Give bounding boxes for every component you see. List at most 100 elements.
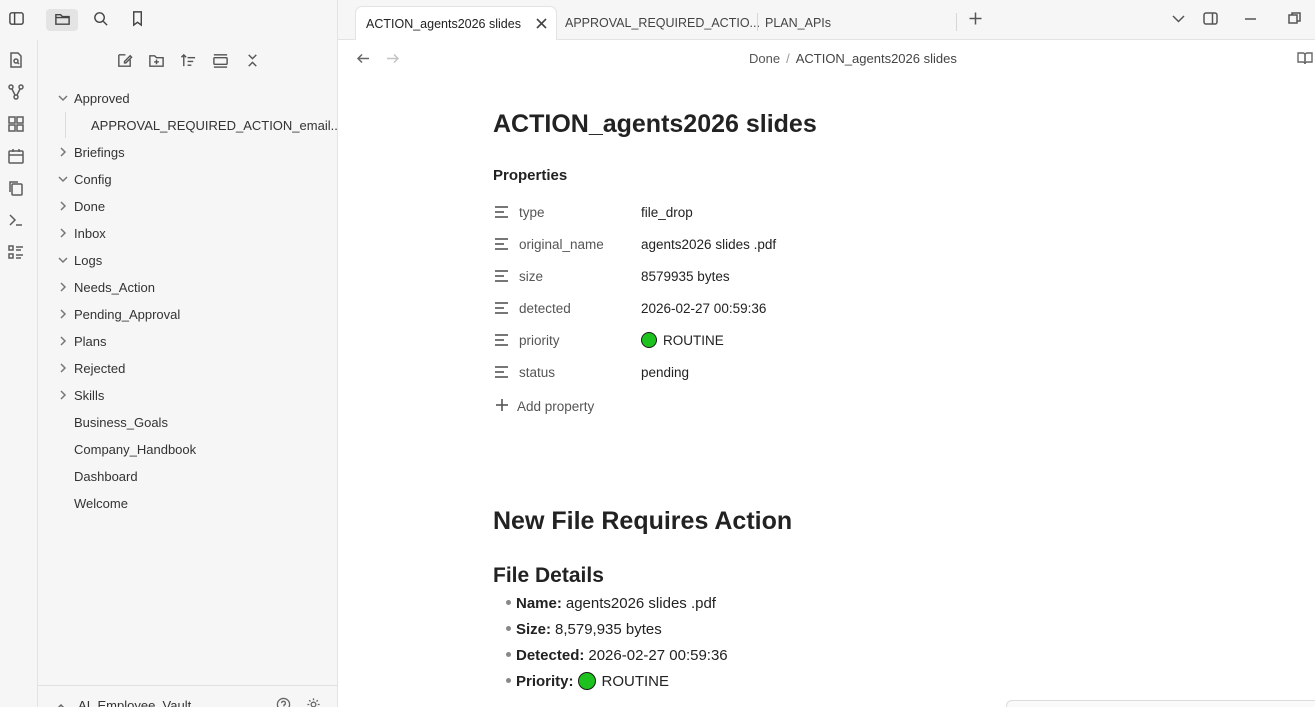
chevron-right-icon[interactable] (57, 227, 69, 239)
quick-switcher-button[interactable] (7, 51, 25, 70)
chevron-right-icon[interactable] (57, 389, 69, 401)
text-property-icon[interactable] (494, 205, 509, 219)
property-value[interactable]: 2026-02-27 00:59:36 (641, 301, 766, 316)
tree-item-folder[interactable]: Inbox (38, 220, 338, 246)
graph-view-button[interactable] (7, 83, 25, 102)
vault-switcher[interactable]: AI_Employee_Vault (38, 685, 338, 707)
add-property-button[interactable]: Add property (495, 398, 594, 414)
detail-text: Priority: ROUTINE (516, 672, 669, 690)
add-property-label: Add property (517, 398, 595, 414)
sort-button[interactable] (176, 50, 200, 74)
tree-item-folder[interactable]: Approved (38, 85, 338, 111)
property-row[interactable]: priority ROUTINE (493, 324, 1093, 356)
text-property-icon[interactable] (494, 237, 509, 251)
tree-item-folder[interactable]: Logs (38, 247, 338, 273)
property-row[interactable]: original_name agents2026 slides .pdf (493, 228, 1093, 260)
bases-button[interactable] (7, 244, 25, 262)
tree-item-folder[interactable]: Config (38, 166, 338, 192)
properties-heading[interactable]: Properties (493, 167, 567, 184)
chevron-right-icon[interactable] (57, 281, 69, 293)
daily-note-button[interactable] (7, 148, 25, 166)
property-value[interactable]: ROUTINE (641, 332, 724, 348)
restore-button[interactable] (1285, 11, 1303, 29)
collapse-all-button[interactable] (240, 50, 264, 74)
text-property-icon[interactable] (494, 365, 509, 379)
tab-action-agents2026-slides[interactable]: ACTION_agents2026 slides (355, 6, 557, 40)
chevron-down-icon[interactable] (57, 173, 69, 185)
breadcrumb-current[interactable]: ACTION_agents2026 slides (796, 51, 957, 66)
chevron-down-icon[interactable] (57, 254, 69, 266)
tab-label: PLAN_APIs (765, 16, 832, 30)
note-title[interactable]: ACTION_agents2026 slides (493, 110, 817, 139)
text-property-icon[interactable] (494, 333, 509, 347)
property-value[interactable]: pending (641, 365, 689, 380)
property-value[interactable]: file_drop (641, 205, 693, 220)
bookmarks-button[interactable] (121, 9, 153, 31)
property-key[interactable]: priority (519, 333, 560, 348)
forward-arrow-icon[interactable] (385, 51, 401, 67)
tree-item-folder[interactable]: Skills (38, 382, 338, 408)
files-view-button[interactable] (46, 9, 78, 31)
property-value[interactable]: 8579935 bytes (641, 269, 730, 284)
toggle-sidebar-button[interactable] (0, 9, 32, 31)
heading-new-file: New File Requires Action (493, 507, 793, 535)
tab-list-button[interactable] (1169, 11, 1187, 29)
search-icon (92, 10, 109, 30)
tree-item-file[interactable]: Company_Handbook (38, 436, 338, 462)
tab-approval-required-action[interactable]: APPROVAL_REQUIRED_ACTIO... (555, 6, 760, 40)
sort-icon (180, 52, 197, 72)
breadcrumb-folder[interactable]: Done (749, 51, 780, 66)
property-row[interactable]: detected 2026-02-27 00:59:36 (493, 292, 1093, 324)
text-property-icon[interactable] (494, 301, 509, 315)
tree-item-folder[interactable]: Pending_Approval (38, 301, 338, 327)
breadcrumb: Done / ACTION_agents2026 slides (749, 51, 957, 66)
property-key[interactable]: type (519, 205, 545, 220)
search-button[interactable] (84, 9, 116, 31)
breadcrumb-separator: / (786, 51, 790, 66)
help-icon[interactable] (276, 697, 292, 707)
property-value-text: pending (641, 364, 690, 380)
back-arrow-icon[interactable] (356, 51, 372, 67)
command-palette-button[interactable] (7, 212, 25, 230)
reading-view-icon[interactable] (1297, 50, 1313, 66)
new-folder-button[interactable] (144, 50, 168, 74)
property-key[interactable]: original_name (519, 237, 604, 252)
plus-icon (968, 11, 983, 29)
property-row[interactable]: size 8579935 bytes (493, 260, 1093, 292)
chevron-right-icon[interactable] (57, 146, 69, 158)
tree-item-folder[interactable]: Plans (38, 328, 338, 354)
chevron-down-icon[interactable] (57, 92, 69, 104)
new-tab-button[interactable] (966, 11, 984, 29)
property-row[interactable]: status pending (493, 356, 1093, 388)
templates-button[interactable] (7, 180, 25, 198)
property-key[interactable]: detected (519, 301, 571, 316)
bullet-icon (506, 600, 511, 605)
property-value[interactable]: agents2026 slides .pdf (641, 237, 776, 252)
new-note-button[interactable] (112, 50, 136, 74)
tree-item-folder[interactable]: Needs_Action (38, 274, 338, 300)
chevron-right-icon[interactable] (57, 200, 69, 212)
tree-item-label: Config (74, 171, 112, 187)
tree-item-file[interactable]: Business_Goals (38, 409, 338, 435)
close-icon[interactable] (535, 17, 548, 30)
tab-plan-apis[interactable]: PLAN_APIs (755, 6, 875, 40)
tree-item-file[interactable]: Dashboard (38, 463, 338, 489)
property-key[interactable]: size (519, 269, 543, 284)
tree-item-folder[interactable]: Done (38, 193, 338, 219)
list-icon (8, 244, 24, 263)
canvas-button[interactable] (7, 115, 25, 134)
property-row[interactable]: type file_drop (493, 196, 1093, 228)
tree-item-nested[interactable]: APPROVAL_REQUIRED_ACTION_email... (38, 112, 341, 138)
property-key[interactable]: status (519, 365, 555, 380)
text-property-icon[interactable] (494, 269, 509, 283)
minimize-button[interactable] (1241, 11, 1259, 29)
tree-item-folder[interactable]: Briefings (38, 139, 338, 165)
chevron-right-icon[interactable] (57, 335, 69, 347)
tree-item-folder[interactable]: Rejected (38, 355, 338, 381)
chevron-right-icon[interactable] (57, 362, 69, 374)
toggle-right-sidebar-button[interactable] (1201, 11, 1219, 29)
chevron-right-icon[interactable] (57, 308, 69, 320)
settings-gear-icon[interactable] (306, 697, 322, 707)
auto-reveal-button[interactable] (208, 50, 232, 74)
tree-item-file[interactable]: Welcome (38, 490, 338, 516)
